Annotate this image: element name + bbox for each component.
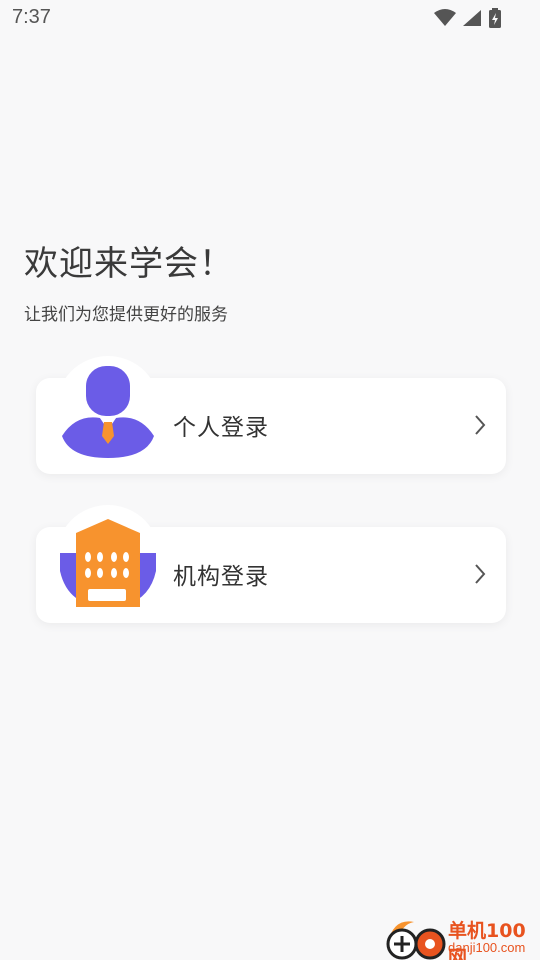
status-icons [434,8,502,28]
signal-icon [463,10,481,26]
org-login-card[interactable]: 机构登录 [36,505,506,623]
status-time: 7:37 [12,6,51,28]
watermark: 单机100网 danji100.com [384,914,536,960]
personal-login-label: 个人登录 [173,415,269,441]
org-login-label: 机构登录 [173,564,269,590]
person-avatar-icon [56,356,160,460]
status-bar: 7:37 [0,0,540,36]
wifi-icon [434,9,456,26]
chevron-right-icon [475,564,486,584]
battery-icon [489,8,501,28]
welcome-title: 欢迎来学会！ [24,244,234,284]
building-icon [56,505,160,609]
watermark-url: danji100.com [448,940,526,955]
watermark-logo-icon [386,921,446,960]
personal-login-card[interactable]: 个人登录 [36,356,506,474]
chevron-right-icon [475,415,486,435]
welcome-subtitle: 让我们为您提供更好的服务 [24,305,228,325]
